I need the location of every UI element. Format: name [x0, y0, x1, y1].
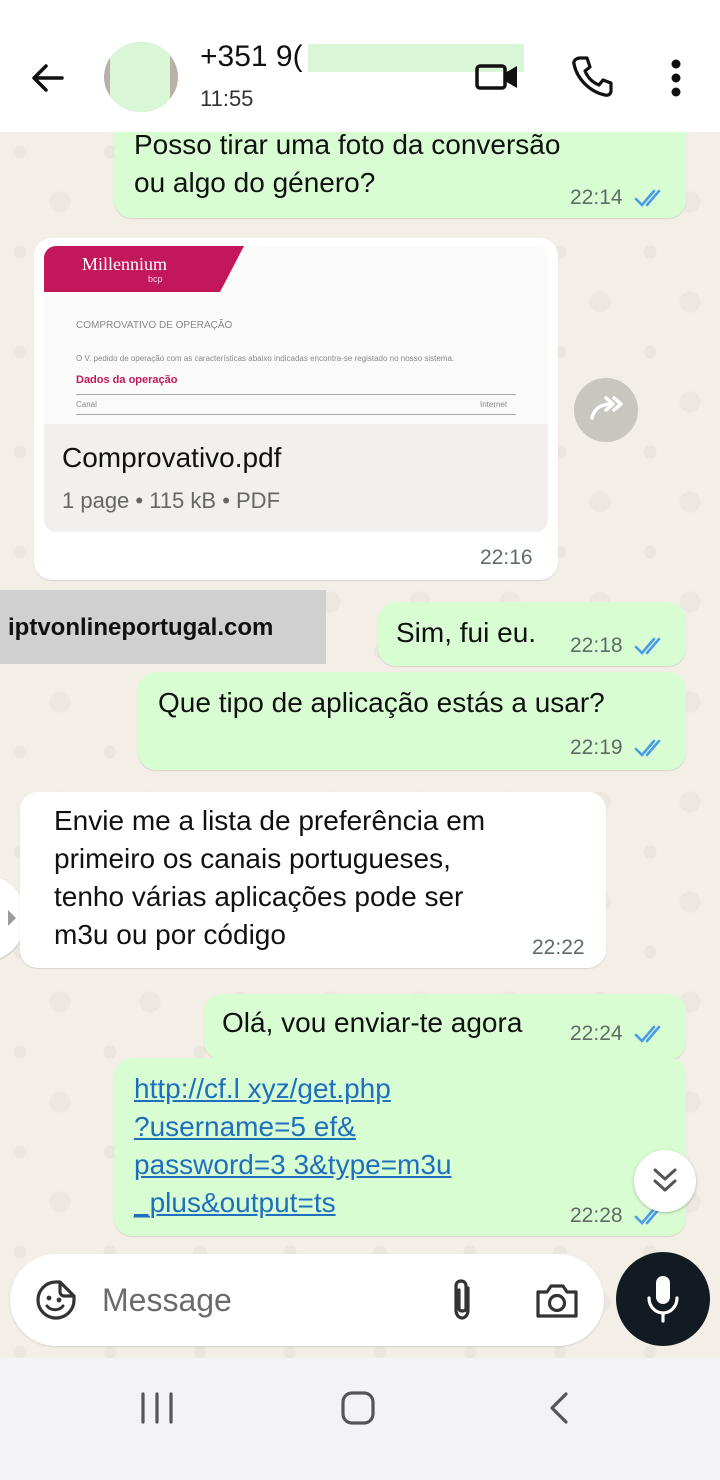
message-time: 22:22: [532, 936, 585, 959]
message-input[interactable]: [102, 1272, 422, 1328]
camera-icon[interactable]: [534, 1280, 580, 1320]
message-text: m3u ou por código: [54, 919, 286, 950]
recent-apps-icon[interactable]: [136, 1390, 178, 1426]
message-text: Olá, vou enviar-te agora: [222, 1007, 523, 1038]
watermark-text: iptvonlineportugal.com: [8, 614, 274, 641]
chat-header: +351 9( 11:55: [0, 0, 720, 132]
avatar[interactable]: [104, 42, 178, 112]
forward-button[interactable]: [574, 378, 638, 442]
message-bubble-outgoing[interactable]: Posso tirar uma foto da conversão ou alg…: [114, 132, 686, 218]
message-text: tenho várias aplicações pode ser: [54, 881, 464, 912]
message-bubble-incoming-document[interactable]: Millennium bcp COMPROVATIVO DE OPERAÇÃO …: [34, 238, 558, 580]
document-body: O V. pedido de operação com as caracterí…: [76, 354, 455, 363]
back-icon[interactable]: [540, 1388, 580, 1428]
message-time: 22:18: [570, 634, 623, 657]
document-file-name: Comprovativo.pdf: [62, 442, 282, 473]
divider: [76, 414, 516, 415]
home-icon[interactable]: [338, 1388, 378, 1428]
phone-icon[interactable]: [570, 54, 614, 98]
message-text: Sim, fui eu.: [396, 617, 537, 648]
message-link[interactable]: ?username=5 ef&: [134, 1108, 356, 1146]
message-link[interactable]: _plus&output=ts: [134, 1184, 336, 1222]
read-ticks-icon: [634, 739, 661, 757]
message-link[interactable]: http://cf.l xyz/get.php: [134, 1070, 391, 1108]
message-time: 22:28: [570, 1204, 623, 1227]
watermark-overlay: iptvonlineportugal.com: [0, 590, 326, 664]
divider: [76, 394, 516, 395]
read-ticks-icon: [634, 637, 661, 655]
message-time: 22:24: [570, 1022, 623, 1045]
message-text: Envie me a lista de preferência em: [54, 805, 486, 836]
document-title: COMPROVATIVO DE OPERAÇÃO: [76, 320, 233, 331]
scroll-to-bottom-button[interactable]: [634, 1150, 696, 1212]
document-preview[interactable]: Millennium bcp COMPROVATIVO DE OPERAÇÃO …: [44, 246, 548, 424]
voice-record-button[interactable]: [616, 1252, 710, 1346]
message-bubble-outgoing[interactable]: Olá, vou enviar-te agora 22:24: [204, 994, 686, 1060]
message-time: 22:16: [480, 546, 533, 569]
back-arrow-icon[interactable]: [26, 56, 70, 100]
message-text: Posso tirar uma foto da conversão: [134, 132, 561, 160]
document-row-label: Canal: [76, 400, 97, 409]
message-bubble-incoming[interactable]: Envie me a lista de preferência em prime…: [20, 792, 606, 968]
more-vert-icon[interactable]: [662, 56, 690, 100]
chat-area[interactable]: Posso tirar uma foto da conversão ou alg…: [0, 132, 720, 1358]
message-text: primeiro os canais portugueses,: [54, 843, 451, 874]
message-text: Que tipo de aplicação estás a usar?: [158, 687, 605, 718]
document-section: Dados da operação: [76, 374, 178, 386]
message-time: 22:14: [570, 186, 623, 209]
message-bubble-outgoing[interactable]: Sim, fui eu. 22:18: [378, 602, 686, 666]
document-row-value: Internet: [480, 400, 508, 409]
document-file-meta: 1 page • 115 kB • PDF: [62, 488, 281, 513]
message-link[interactable]: password=3 3&type=m3u: [134, 1146, 452, 1184]
double-chevron-down-icon: [653, 1168, 677, 1192]
last-seen: 11:55: [200, 86, 254, 111]
forward-icon: [590, 396, 623, 420]
emoji-sticker-icon[interactable]: [34, 1278, 78, 1322]
brand-logo: Millennium bcp: [44, 246, 244, 292]
message-bubble-outgoing[interactable]: Que tipo de aplicação estás a usar? 22:1…: [138, 672, 686, 770]
message-text: ou algo do género?: [134, 167, 376, 198]
message-composer: [10, 1254, 604, 1346]
video-call-icon[interactable]: [474, 58, 520, 94]
read-ticks-icon: [634, 189, 661, 207]
read-ticks-icon: [634, 1025, 661, 1043]
document-info[interactable]: Comprovativo.pdf 1 page • 115 kB • PDF: [44, 424, 548, 532]
message-bubble-outgoing-link[interactable]: http://cf.l xyz/get.php ?username=5 ef& …: [114, 1058, 686, 1236]
message-time: 22:19: [570, 736, 623, 759]
contact-name[interactable]: +351 9(: [200, 40, 303, 74]
system-navigation-bar: [0, 1358, 720, 1480]
attach-icon[interactable]: [444, 1276, 480, 1324]
mic-icon: [647, 1276, 679, 1323]
